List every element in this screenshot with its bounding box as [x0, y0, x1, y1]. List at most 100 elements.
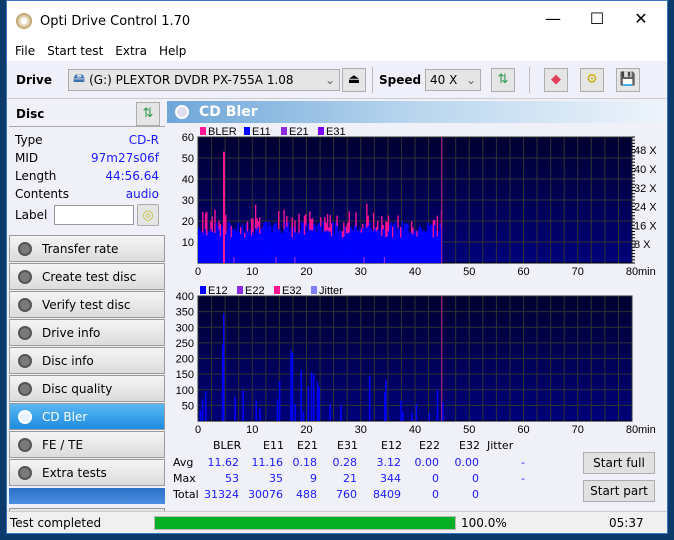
menu-start-test[interactable]: Start test	[47, 44, 103, 58]
legend-swatch	[237, 286, 243, 294]
minimize-button[interactable]: —	[533, 9, 573, 28]
e12-bar	[385, 380, 387, 421]
disc-row-label: Label ◎	[15, 203, 159, 227]
window-title: Opti Drive Control 1.70	[40, 13, 191, 29]
menu-help[interactable]: Help	[159, 44, 186, 58]
bler-bar	[219, 223, 222, 237]
stat-header: E12	[381, 439, 402, 452]
bler-bar	[397, 215, 399, 228]
bler-bar	[305, 214, 307, 226]
value: CD-R	[128, 133, 159, 147]
stat-header: E32	[459, 439, 480, 452]
refresh-icon: ⇅	[497, 72, 509, 87]
y-tick-label: 50	[182, 153, 194, 165]
settings-button[interactable]: ⚙	[580, 67, 604, 92]
x-tick-label: 70	[572, 424, 584, 436]
right-axis-label: 16 X	[634, 220, 657, 232]
start-part-button[interactable]: Start part	[583, 480, 655, 502]
stat-value: 0.18	[292, 456, 318, 469]
legend-swatch	[318, 127, 324, 135]
bler-bar	[230, 225, 232, 238]
stat-value: 21	[343, 472, 357, 485]
bler-bar	[400, 226, 402, 238]
nav-label: Disc info	[42, 353, 94, 368]
disc-header: Disc ⇅	[9, 101, 165, 127]
nav-disc-info[interactable]: Disc info	[9, 347, 165, 374]
e12-bar	[368, 375, 371, 421]
stat-value: 488	[296, 488, 317, 501]
nav-extra-tests[interactable]: Extra tests	[9, 459, 165, 486]
refresh-disc-button[interactable]: ⇅	[136, 101, 160, 126]
disc-icon	[175, 105, 189, 119]
label-input[interactable]	[54, 205, 135, 225]
eject-icon: ⏏	[347, 72, 361, 87]
x-tick-label: 0	[195, 266, 201, 278]
progress-bar	[154, 516, 456, 530]
drive-icon: 🖴	[73, 71, 86, 85]
bler-bar	[252, 218, 254, 233]
nav-label: CD Bler	[42, 409, 88, 424]
y-tick-label: 10	[182, 237, 194, 249]
y-tick-label: 250	[176, 338, 194, 350]
bler-bar	[416, 230, 418, 237]
disc-row-type: Type CD-R	[15, 131, 159, 149]
bler-bar	[303, 215, 306, 235]
e12-bar	[428, 413, 431, 421]
panel-header: CD Bler	[167, 101, 665, 123]
menu-bar: File Start test Extra Help	[7, 41, 667, 61]
e12-bar	[291, 352, 294, 421]
e12-bar	[316, 381, 319, 421]
stat-value: 31324	[204, 488, 239, 501]
e12-bar	[294, 403, 297, 421]
legend-label: E22	[245, 285, 265, 297]
menu-extra[interactable]: Extra	[115, 44, 147, 58]
bler-bar	[311, 218, 314, 231]
stat-value: 0	[432, 488, 439, 501]
right-axis-label: 48 X	[634, 145, 657, 157]
bler-bar	[410, 221, 413, 233]
stat-value: 0.28	[332, 456, 358, 469]
stat-header: E22	[419, 439, 440, 452]
nav-cd-bler[interactable]: CD Bler	[9, 403, 165, 430]
x-tick-label: 10	[246, 424, 258, 436]
nav-disc-quality[interactable]: Disc quality	[9, 375, 165, 402]
right-axis-label: 32 X	[634, 183, 657, 195]
speed-select[interactable]: 40 X ⌄	[425, 68, 481, 91]
drive-select[interactable]: 🖴 (G:) PLEXTOR DVDR PX-755A 1.08 ⌄	[68, 68, 340, 91]
right-axis-label: 24 X	[634, 202, 657, 214]
progress-label: 100.0%	[461, 515, 507, 530]
menu-file[interactable]: File	[15, 44, 35, 58]
start-full-button[interactable]: Start full	[583, 452, 655, 474]
nav-verify-test-disc[interactable]: Verify test disc	[9, 291, 165, 318]
bler-bar	[387, 215, 390, 232]
bler-bar	[256, 217, 258, 230]
maximize-button[interactable]: ☐	[577, 9, 617, 28]
erase-button[interactable]: ◆	[544, 67, 568, 92]
x-unit-label: min	[638, 424, 656, 436]
e12-bar	[436, 389, 439, 421]
save-button[interactable]: 💾	[616, 67, 640, 92]
bler-bar	[211, 216, 213, 232]
bler-bar	[391, 226, 394, 238]
close-button[interactable]: ✕	[621, 9, 661, 28]
e12-bar	[300, 370, 303, 421]
e21-bar	[383, 256, 386, 263]
x-tick-label: 0	[195, 424, 201, 436]
disc-row-mid: MID 97m27s06f	[15, 149, 159, 167]
stat-value: 11.62	[207, 456, 240, 469]
nav-create-test-disc[interactable]: Create test disc	[9, 263, 165, 290]
nav-fe-te[interactable]: FE / TE	[9, 431, 165, 458]
nav-transfer-rate[interactable]: Transfer rate	[9, 235, 165, 262]
bler-bar	[367, 215, 369, 226]
refresh-speed-button[interactable]: ⇅	[491, 67, 515, 92]
bler-bar	[372, 212, 375, 231]
bler-bar	[386, 222, 388, 237]
write-label-button[interactable]: ◎	[137, 204, 159, 226]
bler-bar	[360, 228, 363, 233]
divider	[372, 66, 373, 93]
eject-button[interactable]: ⏏	[342, 67, 366, 92]
drive-label: Drive	[16, 72, 52, 87]
bler-bar	[412, 227, 414, 235]
nav-drive-info[interactable]: Drive info	[9, 319, 165, 346]
x-tick-label: 40	[409, 424, 421, 436]
